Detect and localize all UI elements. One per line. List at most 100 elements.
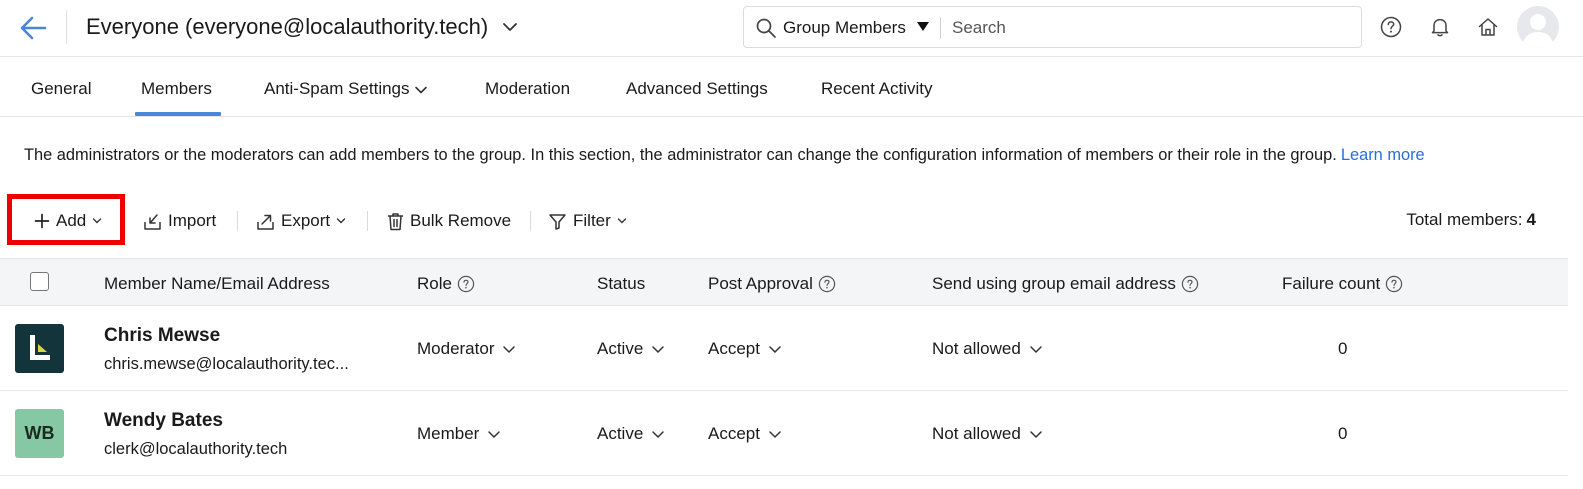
caret-down-icon[interactable] — [916, 20, 930, 32]
member-email: chris.mewse@localauthority.tec... — [104, 355, 349, 373]
toolbar-separator — [367, 211, 368, 231]
chevron-down-icon — [1030, 431, 1042, 439]
back-arrow-icon[interactable] — [18, 14, 48, 42]
search-icon — [756, 18, 776, 38]
section-description: The administrators or the moderators can… — [24, 146, 1425, 165]
role-value: Member — [417, 424, 480, 443]
export-label: Export — [281, 211, 331, 230]
plus-icon — [34, 213, 50, 229]
home-icon[interactable] — [1475, 14, 1501, 40]
column-post-approval[interactable]: Post Approval — [708, 274, 836, 294]
status-dropdown[interactable]: Active — [597, 424, 665, 444]
tab-anti-spam-label: Anti-Spam Settings — [264, 79, 410, 98]
bulk-remove-label: Bulk Remove — [410, 211, 512, 230]
user-avatar[interactable] — [1517, 6, 1559, 48]
search-scope-label[interactable]: Group Members — [783, 18, 906, 38]
send-using-dropdown[interactable]: Not allowed — [932, 424, 1043, 444]
column-send-using[interactable]: Send using group email address — [932, 274, 1199, 294]
column-failure-count-label: Failure count — [1282, 274, 1381, 293]
select-all-checkbox[interactable] — [30, 272, 49, 291]
toolbar-separator — [530, 211, 531, 231]
toolbar-separator — [237, 211, 238, 231]
search-input[interactable] — [952, 13, 1352, 43]
tab-advanced-settings[interactable]: Advanced Settings — [626, 79, 768, 99]
column-role-label: Role — [417, 274, 452, 293]
tab-recent-activity[interactable]: Recent Activity — [821, 79, 933, 99]
learn-more-link[interactable]: Learn more — [1341, 146, 1425, 164]
chevron-down-icon — [1030, 346, 1042, 354]
column-member[interactable]: Member Name/Email Address — [104, 274, 330, 294]
table-header: Member Name/Email Address Role Status Po… — [0, 258, 1568, 306]
filter-button[interactable]: Filter — [548, 208, 627, 234]
active-tab-indicator — [135, 112, 221, 116]
user-silhouette-icon — [1522, 14, 1554, 48]
status-value: Active — [597, 339, 644, 358]
member-email: clerk@localauthority.tech — [104, 440, 288, 458]
role-dropdown[interactable]: Moderator — [417, 339, 516, 359]
post-approval-value: Accept — [708, 339, 760, 358]
failure-count: 0 — [1338, 339, 1348, 358]
column-send-using-label: Send using group email address — [932, 274, 1176, 293]
import-label: Import — [168, 211, 217, 230]
status-dropdown[interactable]: Active — [597, 339, 665, 359]
column-failure-count[interactable]: Failure count — [1282, 274, 1403, 294]
chevron-down-icon — [414, 86, 427, 93]
total-members-count: 4 — [1526, 210, 1536, 229]
chevron-down-icon — [769, 346, 781, 354]
status-value: Active — [597, 424, 644, 443]
member-avatar — [15, 324, 64, 373]
column-role[interactable]: Role — [417, 274, 475, 294]
tab-moderation[interactable]: Moderation — [485, 79, 570, 99]
chevron-down-icon — [652, 431, 665, 439]
chevron-down-icon — [93, 218, 102, 224]
failure-count: 0 — [1338, 424, 1348, 443]
tab-general[interactable]: General — [31, 79, 91, 99]
chevron-down-icon[interactable] — [502, 20, 518, 34]
help-icon[interactable] — [1378, 14, 1404, 40]
bulk-remove-button[interactable]: Bulk Remove — [387, 208, 511, 234]
column-post-approval-label: Post Approval — [708, 274, 813, 293]
member-avatar: WB — [15, 409, 64, 458]
table-row[interactable]: Chris Mewse chris.mewse@localauthority.t… — [0, 306, 1568, 391]
add-label: Add — [56, 211, 87, 230]
chevron-down-icon — [488, 431, 501, 439]
chevron-down-icon — [769, 431, 781, 439]
chevron-down-icon — [503, 346, 516, 354]
chevron-down-icon — [336, 218, 346, 224]
table-row[interactable]: WB Wendy Bates clerk@localauthority.tech… — [0, 391, 1568, 476]
column-status-label: Status — [597, 274, 646, 293]
export-button[interactable]: Export — [256, 208, 346, 234]
description-text: The administrators or the moderators can… — [24, 146, 1337, 164]
tab-bar: General Members Anti-Spam Settings Moder… — [0, 57, 1583, 117]
help-icon[interactable] — [818, 275, 836, 293]
add-button[interactable]: Add — [34, 208, 102, 234]
group-title[interactable]: Everyone (everyone@localauthority.tech) — [86, 14, 488, 40]
export-icon — [257, 214, 274, 230]
post-approval-dropdown[interactable]: Accept — [708, 424, 782, 444]
post-approval-dropdown[interactable]: Accept — [708, 339, 782, 359]
search-box: Group Members — [743, 6, 1362, 48]
chevron-down-icon — [617, 218, 626, 224]
send-using-dropdown[interactable]: Not allowed — [932, 339, 1043, 359]
search-divider — [940, 17, 941, 39]
help-icon[interactable] — [457, 275, 475, 293]
trash-icon — [387, 212, 404, 230]
import-icon — [144, 213, 161, 230]
column-status[interactable]: Status — [597, 274, 645, 294]
tab-members[interactable]: Members — [141, 79, 212, 99]
filter-icon — [549, 213, 566, 230]
member-name[interactable]: Chris Mewse — [104, 325, 220, 347]
column-member-label: Member Name/Email Address — [104, 274, 330, 293]
import-button[interactable]: Import — [143, 208, 216, 234]
total-members: Total members: 4 — [1406, 210, 1536, 230]
post-approval-value: Accept — [708, 424, 760, 443]
help-icon[interactable] — [1181, 275, 1199, 293]
bell-icon[interactable] — [1427, 14, 1453, 40]
filter-label: Filter — [573, 211, 611, 230]
help-icon[interactable] — [1385, 275, 1403, 293]
role-dropdown[interactable]: Member — [417, 424, 501, 444]
tab-anti-spam-settings[interactable]: Anti-Spam Settings — [264, 79, 428, 99]
member-name[interactable]: Wendy Bates — [104, 410, 223, 432]
send-using-value: Not allowed — [932, 424, 1021, 443]
member-initials: WB — [15, 409, 64, 458]
